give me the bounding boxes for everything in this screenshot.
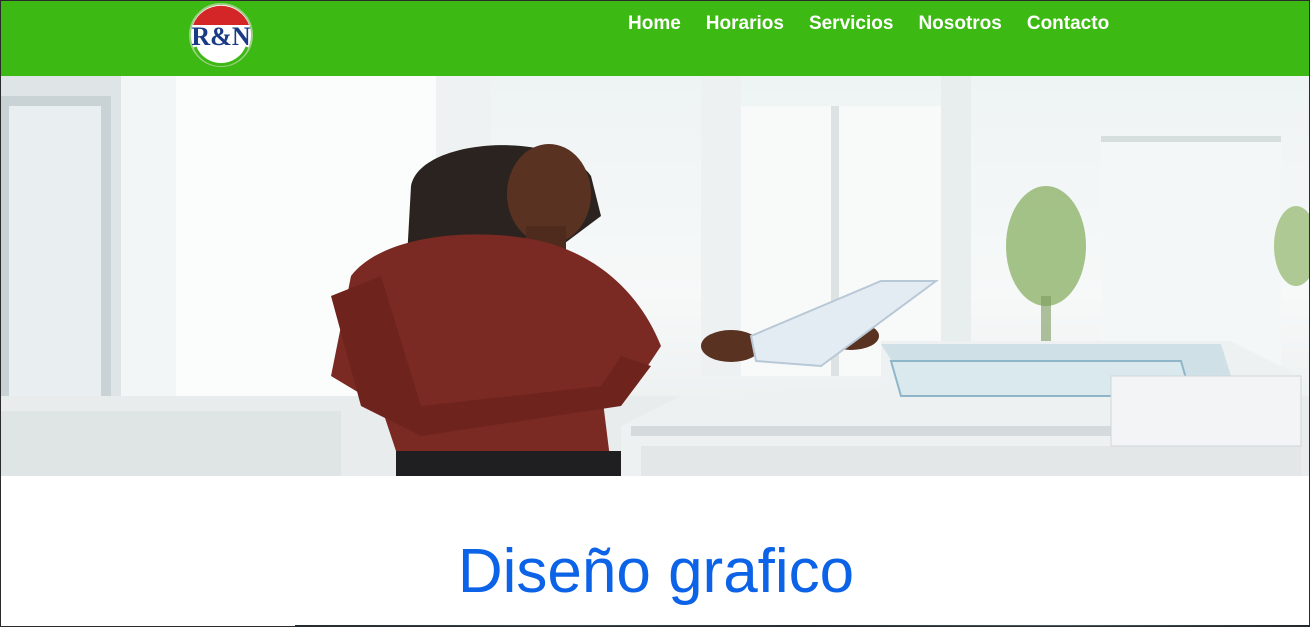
site-header: R&N Home Horarios Servicios Nosotros Con…	[1, 1, 1309, 76]
logo-text: R&N	[191, 22, 250, 51]
nav-link-nosotros[interactable]: Nosotros	[918, 12, 1001, 36]
photo-woman-at-copier-icon	[1, 76, 1309, 476]
nav-link-servicios[interactable]: Servicios	[809, 12, 894, 36]
nav-link-home[interactable]: Home	[628, 12, 681, 36]
nav-link-contacto[interactable]: Contacto	[1027, 12, 1109, 36]
page: R&N Home Horarios Servicios Nosotros Con…	[0, 0, 1310, 627]
main-nav: Home Horarios Servicios Nosotros Contact…	[628, 12, 1109, 36]
nav-link-horarios[interactable]: Horarios	[706, 12, 784, 36]
section-title: Diseño grafico	[457, 537, 855, 606]
logo[interactable]: R&N	[187, 1, 255, 69]
logo-icon: R&N	[189, 3, 253, 67]
hero-image	[1, 76, 1309, 476]
